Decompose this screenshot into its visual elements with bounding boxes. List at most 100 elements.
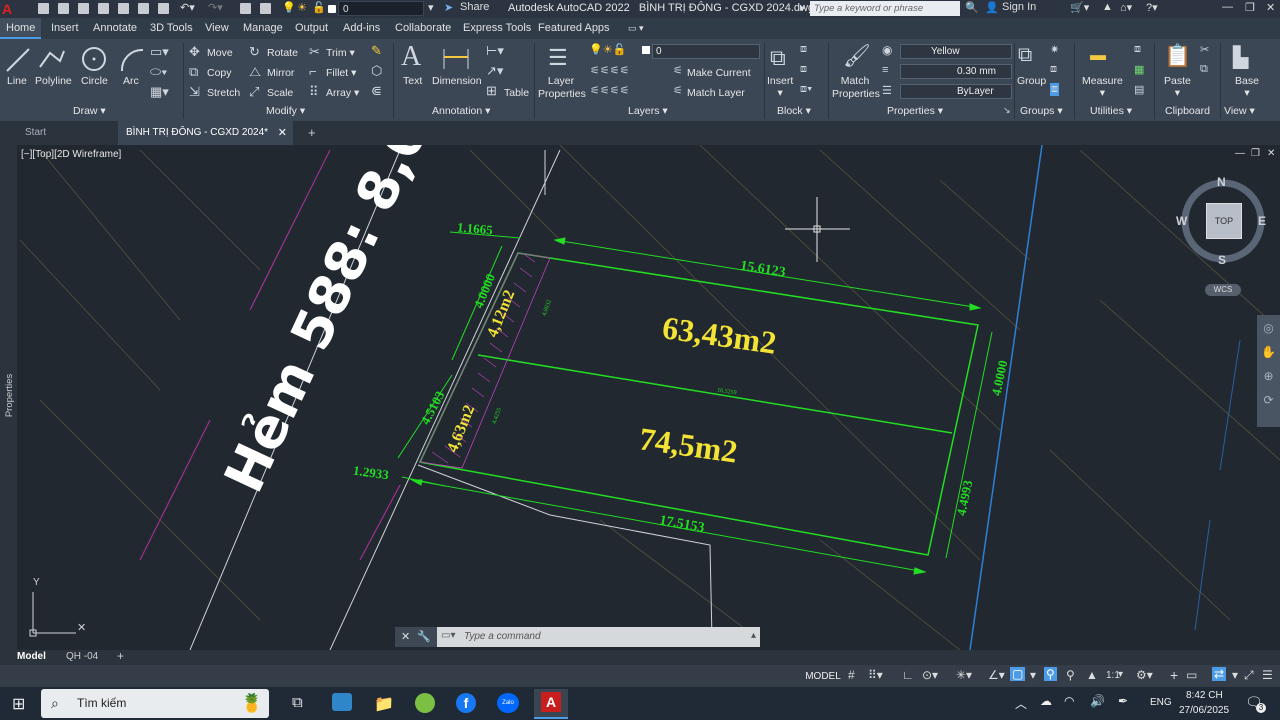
mirror-icon[interactable]: ⧍ [249, 64, 261, 80]
group-icon[interactable]: ⧉ [1018, 44, 1032, 67]
trim-button[interactable]: Trim ▾ [326, 47, 355, 59]
view-panel-title[interactable]: View ▾ [1224, 105, 1255, 117]
command-customize-icon[interactable]: 🔧 [417, 630, 431, 643]
osnap-icon[interactable]: ▢ [1010, 667, 1026, 681]
lineweight-combo[interactable]: 0.30 mm [900, 64, 1012, 79]
color-wheel-icon[interactable]: ◉ [882, 43, 892, 57]
table-button[interactable]: Table [504, 87, 529, 99]
block-attr-icon[interactable]: ⧈▾ [800, 83, 812, 96]
block-panel-title[interactable]: Block ▾ [777, 105, 811, 117]
match-layer-icon[interactable]: ⚟ [673, 84, 683, 97]
annotation-scale-icon[interactable]: ▲ [1086, 668, 1098, 682]
layer-tools-row1-icon[interactable]: ⚟⚟⚟⚟ [590, 64, 629, 77]
circle-icon[interactable] [80, 45, 108, 73]
insert-block-icon[interactable]: ⧉ [770, 45, 786, 71]
open-file-icon[interactable] [58, 3, 69, 14]
ribbon-options-icon[interactable]: ▭ ▾ [628, 18, 644, 39]
match-layer-button[interactable]: Match Layer [687, 87, 745, 99]
group-select-icon[interactable]: ⧈ [1050, 83, 1059, 96]
taskbar-green-app-icon[interactable] [415, 693, 435, 713]
osnap-dropdown-icon[interactable]: ▾ [1030, 668, 1036, 682]
auto-scale-icon[interactable]: ⚲ [1066, 668, 1075, 682]
ortho-icon[interactable]: ∟ [902, 668, 914, 682]
clock-date[interactable]: 27/06/2025 [1179, 705, 1229, 716]
stretch-button[interactable]: Stretch [207, 87, 240, 99]
arc-button[interactable]: Arc [123, 75, 139, 87]
tab-annotate[interactable]: Annotate [93, 18, 137, 39]
layer-state-icon[interactable]: 💡☀🔓 [589, 43, 626, 56]
linear-dim-icon[interactable]: ⊢▾ [486, 43, 504, 59]
language-indicator[interactable]: ENG [1150, 697, 1172, 708]
clipboard-panel-title[interactable]: Clipboard [1165, 105, 1210, 117]
trim-icon[interactable]: ✂ [309, 44, 320, 60]
layer-combo[interactable]: 0 [652, 44, 760, 59]
status-dropdown-icon[interactable]: ▾ [1232, 668, 1238, 682]
utilities-panel-title[interactable]: Utilities ▾ [1090, 105, 1132, 117]
search-input[interactable]: Type a keyword or phrase [810, 1, 960, 16]
a360-icon[interactable]: ⌂▾ [1120, 1, 1132, 14]
layer-bulb-icon[interactable]: 💡 [282, 1, 296, 14]
steering-wheel-icon[interactable]: ◎ [1257, 321, 1280, 335]
windows-start-icon[interactable]: ⊞ [12, 694, 25, 714]
compass-s[interactable]: S [1218, 253, 1226, 267]
layer-properties-button[interactable]: Layer Properties [538, 75, 586, 101]
groups-panel-title[interactable]: Groups ▾ [1020, 105, 1063, 117]
stretch-icon[interactable]: ⇲ [189, 84, 200, 100]
isodraft-icon[interactable]: ✳▾ [956, 668, 972, 682]
insert-button[interactable]: Insert ▾ [767, 75, 793, 99]
mirror-button[interactable]: Mirror [267, 67, 294, 79]
tab-view[interactable]: View [205, 18, 229, 39]
drawing-canvas[interactable]: Hẻm 588: 8,0 63,43m2 74,5m2 4,12m2 4,63m… [17, 145, 1280, 650]
command-history-icon[interactable]: ▴ [751, 630, 756, 641]
dimension-button[interactable]: Dimension [432, 75, 482, 87]
share-arrow-icon[interactable]: ➤ [444, 1, 453, 14]
scale-button[interactable]: Scale [267, 87, 293, 99]
close-icon[interactable]: ✕ [1266, 1, 1275, 14]
paste-icon[interactable]: 📋 [1164, 43, 1191, 69]
customize-status-icon[interactable]: ☰ [1262, 668, 1273, 682]
cut-icon[interactable]: ✂ [1200, 43, 1209, 56]
autocad-logo-icon[interactable]: A [2, 0, 16, 18]
tab-home[interactable]: Home [0, 18, 42, 39]
web-mobile-icon[interactable] [118, 3, 129, 14]
tray-chevron-icon[interactable]: ︿ [1015, 695, 1027, 712]
viewport-restore-icon[interactable]: ❐ [1251, 148, 1260, 159]
fillet-icon[interactable]: ⌐ [309, 64, 317, 79]
line-button[interactable]: Line [7, 75, 27, 87]
units-icon[interactable]: ▭ [1186, 668, 1197, 682]
compass-n[interactable]: N [1217, 175, 1226, 189]
tab-drawing-active[interactable]: BÌNH TRỊ ĐÔNG - CGXD 2024* ✕ [118, 121, 293, 145]
workspace-gear-icon[interactable]: ⚙▾ [1136, 668, 1153, 682]
tab-featured-apps[interactable]: Featured Apps [538, 18, 610, 39]
pen-icon[interactable]: ✒ [1118, 694, 1128, 708]
tab-express-tools[interactable]: Express Tools [463, 18, 531, 39]
user-icon[interactable]: 👤 [985, 1, 999, 14]
tray-cloud-icon[interactable]: ☁ [1040, 694, 1052, 708]
rectangle-icon[interactable]: ▭▾ [150, 44, 169, 60]
properties-launcher-icon[interactable]: ↘ [1003, 105, 1011, 116]
compass-e[interactable]: E [1258, 214, 1266, 228]
viewport-controls[interactable]: [−][Top][2D Wireframe] [21, 149, 121, 160]
add-layout-icon[interactable]: + [117, 649, 124, 663]
measure-button[interactable]: Measure ▾ [1082, 75, 1123, 99]
circle-button[interactable]: Circle [81, 75, 108, 87]
hatch-icon[interactable]: ▦▾ [150, 84, 169, 100]
combo-dropdown-icon[interactable]: ▾ [428, 1, 434, 14]
linetype-combo[interactable]: ByLayer [900, 84, 1012, 99]
command-input[interactable]: Type a command [464, 627, 541, 647]
save-web-icon[interactable] [138, 3, 149, 14]
create-block-icon[interactable]: ⧈ [800, 43, 807, 56]
layers-panel-title[interactable]: Layers ▾ [628, 105, 668, 117]
linetype-icon[interactable]: ☰ [882, 84, 892, 97]
measure-icon[interactable]: ▬ [1090, 47, 1106, 65]
sign-in-label[interactable]: Sign In [1002, 1, 1036, 13]
fillet-button[interactable]: Fillet ▾ [326, 67, 356, 79]
paste-button[interactable]: Paste ▾ [1164, 75, 1191, 99]
layer-lock-icon[interactable]: 🔓 [312, 1, 326, 14]
minimize-icon[interactable]: — [1222, 1, 1233, 13]
group-edit-icon[interactable]: ⧈ [1050, 63, 1057, 76]
taskbar-search[interactable]: ⌕ Tìm kiếm 🍍 [41, 689, 269, 718]
fullscreen-icon[interactable]: ⤢ [1244, 668, 1254, 683]
calculator-icon[interactable]: ▤ [1134, 83, 1144, 96]
line-icon[interactable] [5, 47, 31, 73]
